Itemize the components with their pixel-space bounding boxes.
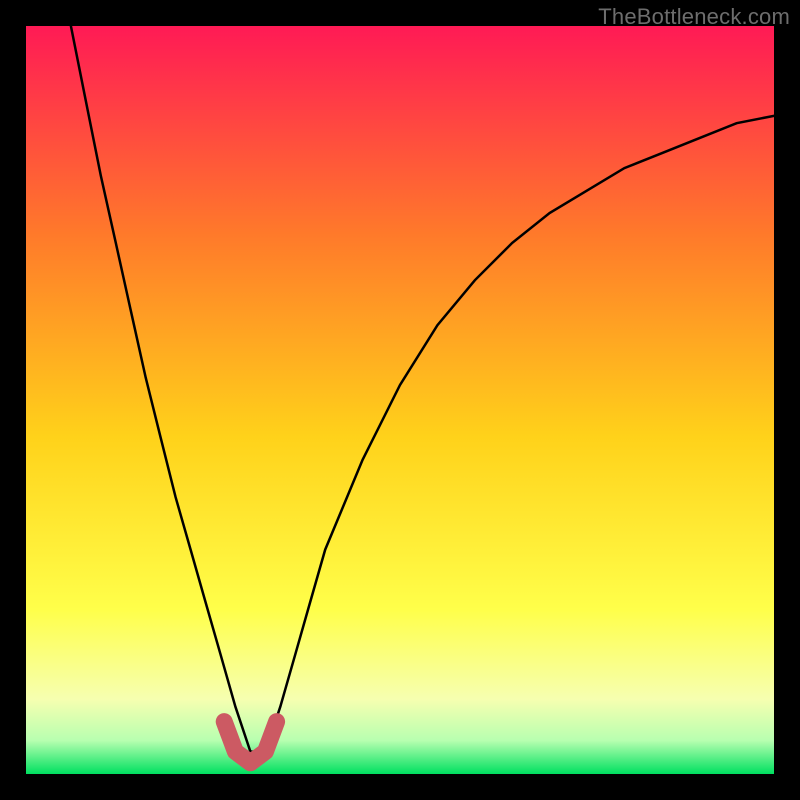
bottleneck-chart [26,26,774,774]
chart-frame: TheBottleneck.com [0,0,800,800]
gradient-background [26,26,774,774]
watermark-text: TheBottleneck.com [598,4,790,30]
